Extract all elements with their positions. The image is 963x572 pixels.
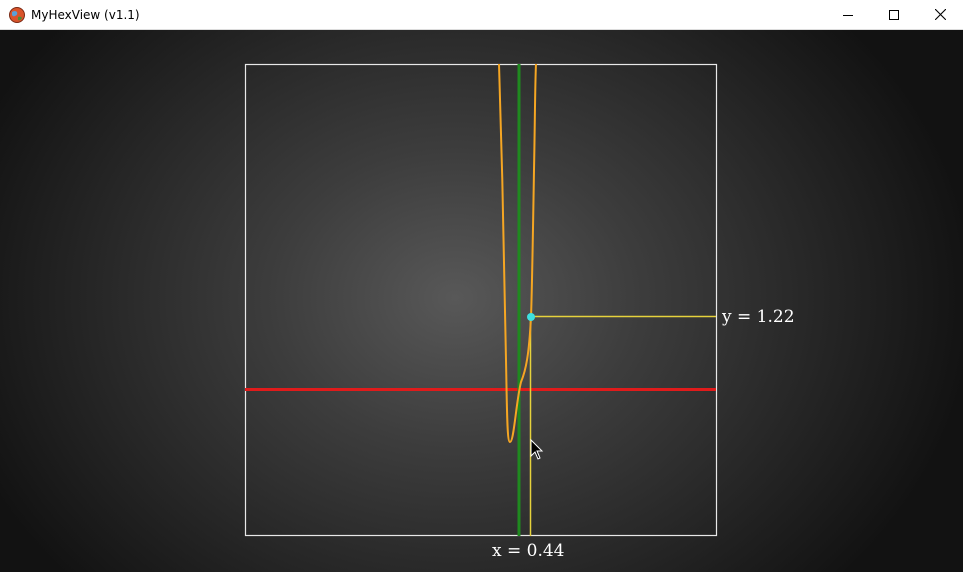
close-button[interactable] xyxy=(917,0,963,29)
cursor-point xyxy=(527,313,535,321)
minimize-icon xyxy=(843,14,853,16)
close-icon xyxy=(934,9,946,20)
app-globe-icon xyxy=(9,7,25,23)
maximize-button[interactable] xyxy=(871,0,917,29)
window-title: MyHexView (v1.1) xyxy=(31,8,140,22)
function-plot[interactable] xyxy=(0,30,963,572)
title-bar[interactable]: MyHexView (v1.1) xyxy=(0,0,963,30)
plot-area[interactable]: y = 1.22 x = 0.44 xyxy=(0,30,963,572)
minimize-button[interactable] xyxy=(825,0,871,29)
app-window: MyHexView (v1.1) y = 1.22 x = 0.44 xyxy=(0,0,963,572)
maximize-icon xyxy=(889,9,899,20)
y-value-label: y = 1.22 xyxy=(722,307,795,327)
plot-frame xyxy=(244,63,718,537)
mouse-cursor-icon xyxy=(530,438,544,460)
x-value-label: x = 0.44 xyxy=(492,541,565,561)
